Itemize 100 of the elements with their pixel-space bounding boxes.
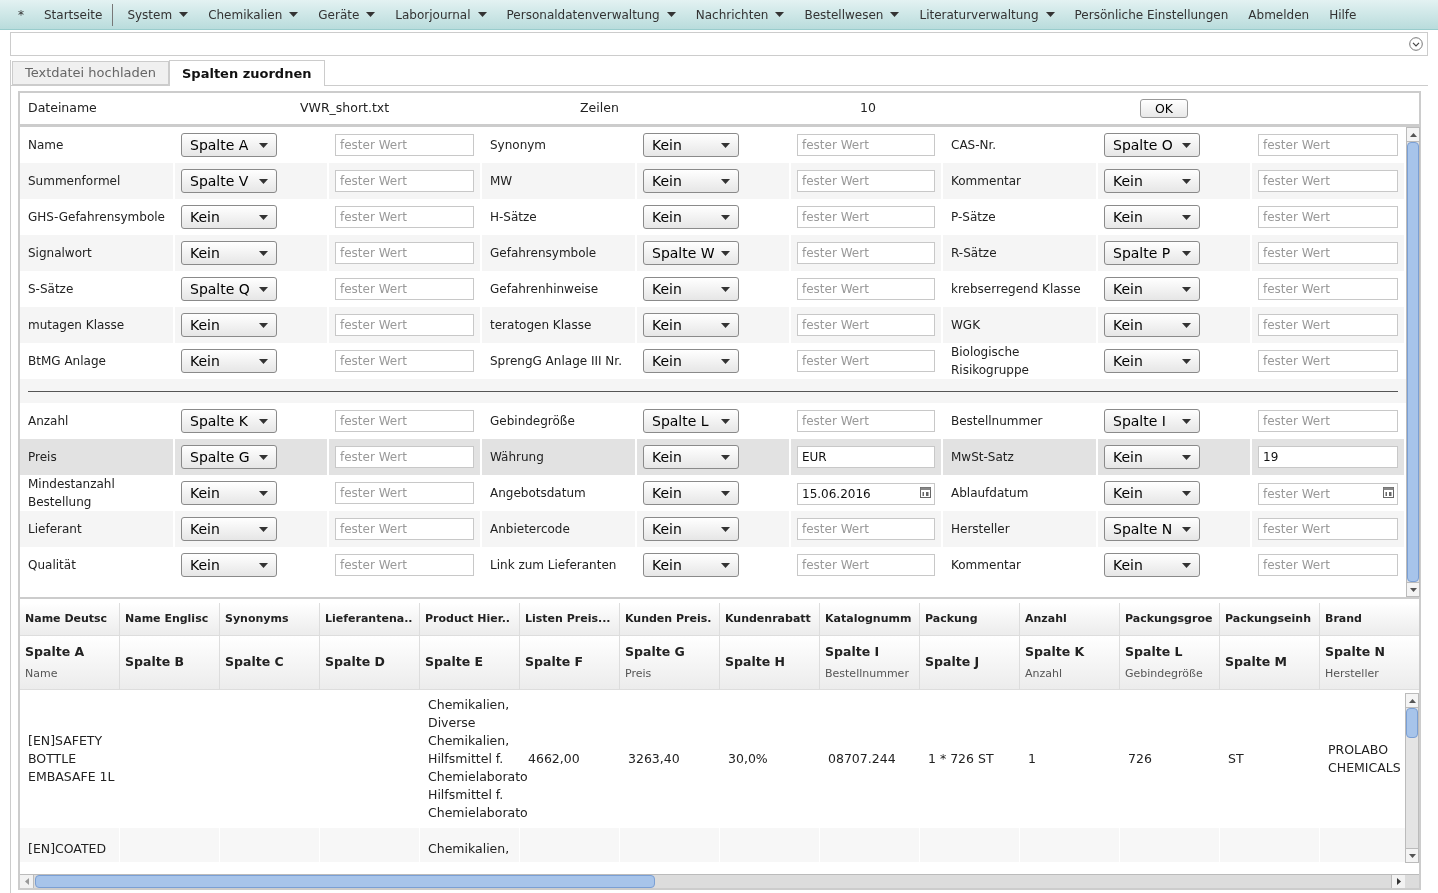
fixed-value-field[interactable]: fester Wert: [1258, 554, 1398, 576]
column-select[interactable]: Kein: [181, 481, 277, 505]
fixed-value-field[interactable]: fester Wert: [797, 518, 935, 540]
column-select[interactable]: Kein: [643, 553, 739, 577]
fixed-value-field[interactable]: fester Wert: [1258, 206, 1398, 228]
menu-item[interactable]: Nachrichten: [685, 3, 795, 26]
column-select[interactable]: Kein: [643, 445, 739, 469]
column-select[interactable]: Spalte P: [1104, 241, 1200, 265]
column-select[interactable]: Spalte I: [1104, 409, 1200, 433]
column-header[interactable]: Kunden Preis.: [620, 603, 720, 636]
menu-item[interactable]: Hilfe: [1319, 3, 1367, 26]
column-header[interactable]: Packungseinh: [1220, 603, 1320, 636]
column-header[interactable]: Listen Preis...: [520, 603, 620, 636]
column-select[interactable]: Kein: [181, 517, 277, 541]
date-field[interactable]: 15.06.2016: [797, 483, 935, 505]
column-select[interactable]: Kein: [181, 313, 277, 337]
fixed-value-field[interactable]: fester Wert: [1258, 518, 1398, 540]
ok-button[interactable]: OK: [1140, 99, 1189, 118]
menu-item[interactable]: Persönliche Einstellungen: [1064, 3, 1239, 26]
fixed-value-field[interactable]: fester Wert: [335, 554, 474, 576]
column-header[interactable]: Product Hier..: [420, 603, 520, 636]
column-header[interactable]: Katalognumm: [820, 603, 920, 636]
menu-item[interactable]: Personaldatenverwaltung: [496, 3, 686, 26]
column-select[interactable]: Spalte Q: [181, 277, 277, 301]
fixed-value-field[interactable]: fester Wert: [1258, 410, 1398, 432]
column-select[interactable]: Spalte A: [181, 133, 277, 157]
tab[interactable]: Textdatei hochladen: [12, 61, 169, 85]
vertical-scrollbar[interactable]: [1405, 693, 1419, 863]
fixed-value-field[interactable]: fester Wert: [1258, 278, 1398, 300]
menu-item[interactable]: *: [8, 3, 34, 26]
column-select[interactable]: Kein: [643, 349, 739, 373]
fixed-value-field[interactable]: fester Wert: [335, 314, 474, 336]
scroll-thumb[interactable]: [1406, 708, 1418, 738]
fixed-value-field[interactable]: fester Wert: [1258, 242, 1398, 264]
menu-item[interactable]: Bestellwesen: [794, 3, 910, 26]
column-select[interactable]: Kein: [643, 277, 739, 301]
fixed-value-field[interactable]: fester Wert: [797, 554, 935, 576]
fixed-value-field[interactable]: fester Wert: [797, 170, 935, 192]
scroll-down-icon[interactable]: [1408, 853, 1416, 858]
fixed-value-field[interactable]: EUR: [797, 446, 935, 468]
column-select[interactable]: Kein: [1104, 205, 1200, 229]
column-header[interactable]: Lieferantena..: [320, 603, 420, 636]
scroll-thumb[interactable]: [35, 875, 655, 888]
column-select[interactable]: Kein: [1104, 313, 1200, 337]
column-header[interactable]: Packung: [920, 603, 1020, 636]
scroll-down-icon[interactable]: [1409, 587, 1417, 592]
column-select[interactable]: Kein: [1104, 169, 1200, 193]
scroll-left-icon[interactable]: [24, 878, 29, 885]
fixed-value-field[interactable]: fester Wert: [335, 410, 474, 432]
column-header[interactable]: Name Deutsc: [20, 603, 120, 636]
fixed-value-field[interactable]: fester Wert: [797, 134, 935, 156]
fixed-value-field[interactable]: fester Wert: [1258, 314, 1398, 336]
menu-item[interactable]: Startseite: [34, 3, 114, 26]
column-select[interactable]: Spalte V: [181, 169, 277, 193]
fixed-value-field[interactable]: fester Wert: [797, 278, 935, 300]
vertical-scrollbar[interactable]: [1406, 127, 1420, 597]
fixed-value-field[interactable]: fester Wert: [797, 242, 935, 264]
column-header[interactable]: Name Englisc: [120, 603, 220, 636]
fixed-value-field[interactable]: fester Wert: [1258, 134, 1398, 156]
fixed-value-field[interactable]: fester Wert: [335, 482, 474, 504]
fixed-value-field[interactable]: 19: [1258, 446, 1398, 468]
column-select[interactable]: Kein: [643, 169, 739, 193]
calendar-icon[interactable]: [1383, 486, 1394, 498]
menu-item[interactable]: Literaturverwaltung: [909, 3, 1065, 26]
fixed-value-field[interactable]: fester Wert: [335, 134, 474, 156]
column-select[interactable]: Kein: [181, 553, 277, 577]
column-select[interactable]: Kein: [643, 313, 739, 337]
fixed-value-field[interactable]: fester Wert: [335, 242, 474, 264]
column-select[interactable]: Spalte K: [181, 409, 277, 433]
date-field[interactable]: fester Wert: [1258, 483, 1398, 505]
column-select[interactable]: Kein: [1104, 553, 1200, 577]
fixed-value-field[interactable]: fester Wert: [335, 206, 474, 228]
column-select[interactable]: Kein: [1104, 445, 1200, 469]
fixed-value-field[interactable]: fester Wert: [1258, 170, 1398, 192]
column-select[interactable]: Kein: [1104, 277, 1200, 301]
column-select[interactable]: Spalte W: [643, 241, 739, 265]
fixed-value-field[interactable]: fester Wert: [335, 518, 474, 540]
chevron-down-icon[interactable]: [1409, 37, 1423, 51]
fixed-value-field[interactable]: fester Wert: [797, 314, 935, 336]
column-select[interactable]: Spalte N: [1104, 517, 1200, 541]
calendar-icon[interactable]: [920, 486, 931, 498]
column-select[interactable]: Kein: [1104, 349, 1200, 373]
column-select[interactable]: Kein: [643, 205, 739, 229]
scroll-thumb[interactable]: [1407, 142, 1419, 582]
scroll-up-icon[interactable]: [1409, 132, 1417, 137]
menu-item[interactable]: Geräte: [308, 3, 386, 26]
fixed-value-field[interactable]: fester Wert: [1258, 350, 1398, 372]
horizontal-scrollbar[interactable]: [20, 874, 1419, 888]
menu-item[interactable]: Abmelden: [1238, 3, 1320, 26]
column-select[interactable]: Kein: [643, 481, 739, 505]
column-select[interactable]: Kein: [643, 517, 739, 541]
column-select[interactable]: Kein: [181, 241, 277, 265]
tab[interactable]: Spalten zuordnen: [169, 60, 325, 86]
scroll-right-icon[interactable]: [1396, 878, 1401, 885]
column-select[interactable]: Kein: [643, 133, 739, 157]
column-select[interactable]: Spalte L: [643, 409, 739, 433]
fixed-value-field[interactable]: fester Wert: [335, 350, 474, 372]
column-select[interactable]: Kein: [181, 205, 277, 229]
scroll-up-icon[interactable]: [1408, 698, 1416, 703]
menu-item[interactable]: System: [117, 3, 199, 26]
